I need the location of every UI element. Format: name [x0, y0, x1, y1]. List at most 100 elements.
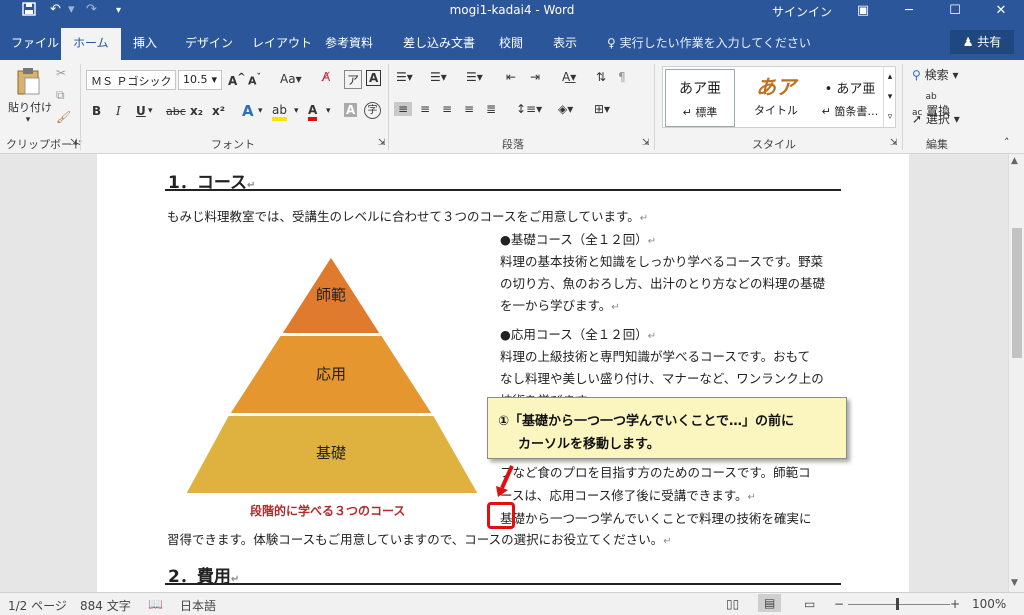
- scroll-up-icon[interactable]: ▲: [1011, 156, 1018, 166]
- web-layout-icon[interactable]: ▭: [804, 597, 815, 611]
- red-arrow-icon: [496, 465, 514, 497]
- tab-review[interactable]: 校閲: [499, 34, 523, 51]
- increase-indent-icon[interactable]: ⇥: [530, 70, 540, 84]
- multilevel-list-icon[interactable]: ☰▾: [466, 70, 483, 84]
- superscript-button[interactable]: x²: [212, 104, 225, 118]
- zoom-in-icon[interactable]: +: [950, 597, 960, 611]
- style-title[interactable]: あア タイトル: [741, 69, 811, 127]
- ribbon: 貼り付け ▾ ✂ ⧉ 🖌 クリップボード ⇲ ＭＳ Ｐゴシック▾ 10.5▾ A…: [0, 60, 1024, 154]
- tab-references[interactable]: 参考資料: [325, 34, 373, 51]
- bullets-icon[interactable]: ☰▾: [396, 70, 413, 84]
- vertical-scrollbar[interactable]: ▲ ▼: [1008, 154, 1024, 592]
- align-center-icon[interactable]: ≡: [420, 102, 430, 116]
- minimize-icon[interactable]: ─: [886, 0, 932, 22]
- subscript-button[interactable]: x₂: [190, 104, 203, 118]
- underline-dropdown-icon[interactable]: ▾: [148, 106, 153, 116]
- master-course-line: フなど食のプロを目指す方のためのコースです。師範コ: [500, 465, 811, 480]
- paste-button[interactable]: 貼り付け ▾: [8, 66, 52, 125]
- tab-file[interactable]: ファイル: [11, 34, 59, 51]
- italic-button[interactable]: I: [116, 104, 121, 118]
- enclose-characters-button[interactable]: 字: [364, 102, 381, 119]
- basic-course-line: の切り方、魚のおろし方、出汁のとり方などの料理の基礎: [500, 276, 826, 291]
- tab-design[interactable]: デザイン: [185, 34, 233, 51]
- applied-course-title: ●応用コース（全１２回）↵: [500, 327, 657, 342]
- heading-rule: [165, 583, 841, 585]
- tab-mailings[interactable]: 差し込み文書: [403, 34, 475, 51]
- distributed-icon[interactable]: ≣: [486, 102, 496, 116]
- close-icon[interactable]: ✕: [978, 0, 1024, 22]
- font-color-dropdown-icon[interactable]: ▾: [326, 106, 331, 116]
- shading-icon[interactable]: ◈▾: [558, 102, 573, 116]
- zoom-level[interactable]: 100%: [972, 597, 1006, 611]
- styles-launcher-icon[interactable]: ⇲: [890, 138, 898, 148]
- bold-button[interactable]: B: [92, 104, 101, 118]
- zoom-slider[interactable]: [848, 604, 950, 605]
- font-launcher-icon[interactable]: ⇲: [378, 138, 386, 148]
- tell-me-search[interactable]: ♀ 実行したい作業を入力してください: [607, 34, 811, 51]
- character-border-icon[interactable]: A: [366, 70, 382, 86]
- numbering-icon[interactable]: ☰▾: [430, 70, 447, 84]
- cut-icon[interactable]: ✂: [56, 66, 66, 80]
- style-bullets[interactable]: • あア亜 ↵ 箇条書…: [815, 69, 885, 127]
- closing-line: 基礎から一つ一つ学んでいくことで料理の技術を確実に: [500, 511, 812, 526]
- cursor-position-highlight: [487, 502, 515, 529]
- tab-view[interactable]: 表示: [553, 34, 577, 51]
- clear-format-icon[interactable]: A̸: [322, 70, 330, 84]
- line-spacing-icon[interactable]: ↕≡▾: [516, 102, 542, 116]
- text-effects-button[interactable]: A: [242, 102, 254, 120]
- strikethrough-button[interactable]: abc: [166, 105, 186, 118]
- language-indicator[interactable]: 日本語: [180, 597, 216, 614]
- tab-layout[interactable]: レイアウト: [252, 34, 312, 51]
- grow-font-icon[interactable]: A^: [228, 72, 246, 88]
- share-button[interactable]: ♟ 共有: [950, 30, 1014, 54]
- clipboard-icon: [17, 68, 40, 95]
- highlight-button[interactable]: ab: [272, 103, 287, 121]
- print-layout-icon[interactable]: ▤: [758, 594, 782, 612]
- asian-layout-icon[interactable]: A͟▾: [562, 70, 576, 84]
- format-painter-icon[interactable]: 🖌: [56, 110, 71, 124]
- proofing-icon[interactable]: 📖: [148, 597, 163, 611]
- align-right-icon[interactable]: ≡: [442, 102, 452, 116]
- tab-home[interactable]: ホーム: [61, 28, 121, 60]
- decrease-indent-icon[interactable]: ⇤: [506, 70, 516, 84]
- ribbon-display-icon[interactable]: ▣: [840, 0, 886, 22]
- clipboard-launcher-icon[interactable]: ⇲: [70, 138, 78, 148]
- font-color-button[interactable]: A: [308, 103, 318, 121]
- styles-scroll[interactable]: ▴ ▾ ▿: [883, 67, 896, 127]
- word-count[interactable]: 884 文字: [80, 597, 131, 614]
- page-count[interactable]: 1/2 ページ: [8, 597, 67, 614]
- copy-icon[interactable]: ⧉: [56, 88, 65, 103]
- maximize-icon[interactable]: ☐: [932, 0, 978, 22]
- scroll-down-icon[interactable]: ▼: [1011, 578, 1018, 588]
- basic-course-line: 料理の基本技術と知識をしっかり学べるコースです。野菜: [500, 254, 824, 269]
- signin-link[interactable]: サインイン: [772, 3, 832, 20]
- read-mode-icon[interactable]: ▯▯: [726, 597, 739, 611]
- ribbon-tabs: ファイル ホーム 挿入 デザイン レイアウト 参考資料 差し込み文書 校閲 表示…: [0, 22, 1024, 60]
- select-button[interactable]: ➚ 選択 ▾: [912, 110, 960, 127]
- shrink-font-icon[interactable]: Aˇ: [248, 72, 261, 88]
- phonetic-guide-icon[interactable]: ア: [344, 70, 363, 89]
- tab-insert[interactable]: 挿入: [133, 34, 157, 51]
- paragraph-launcher-icon[interactable]: ⇲: [642, 138, 650, 148]
- pyramid-label-applied: 応用: [316, 365, 346, 383]
- font-size-combo[interactable]: 10.5 ▾: [178, 70, 222, 90]
- zoom-out-icon[interactable]: −: [834, 597, 844, 611]
- borders-icon[interactable]: ⊞▾: [594, 102, 610, 116]
- font-name-combo[interactable]: ＭＳ Ｐゴシック▾: [86, 70, 176, 90]
- collapse-ribbon-icon[interactable]: ˄: [1004, 136, 1010, 149]
- style-normal[interactable]: あア亜 ↵ 標準: [665, 69, 735, 127]
- show-marks-icon[interactable]: ¶: [618, 70, 626, 84]
- align-left-icon[interactable]: ≡: [394, 102, 413, 116]
- pyramid-smartart[interactable]: 師範 応用 基礎: [185, 254, 481, 496]
- character-shading-button[interactable]: A: [344, 103, 358, 117]
- master-course-line: ースは、応用コース修了後に受講できます。↵: [500, 488, 756, 503]
- sort-icon[interactable]: ⇅: [596, 70, 606, 84]
- change-case-button[interactable]: Aa▾: [280, 72, 302, 86]
- justify-icon[interactable]: ≡: [464, 102, 474, 116]
- underline-button[interactable]: U: [136, 104, 146, 118]
- find-button[interactable]: ⚲ 検索 ▾: [912, 66, 958, 83]
- highlight-dropdown-icon[interactable]: ▾: [294, 106, 299, 116]
- text-effects-dropdown-icon[interactable]: ▾: [258, 106, 263, 116]
- zoom-slider-thumb[interactable]: [896, 598, 899, 610]
- scroll-thumb[interactable]: [1012, 228, 1022, 358]
